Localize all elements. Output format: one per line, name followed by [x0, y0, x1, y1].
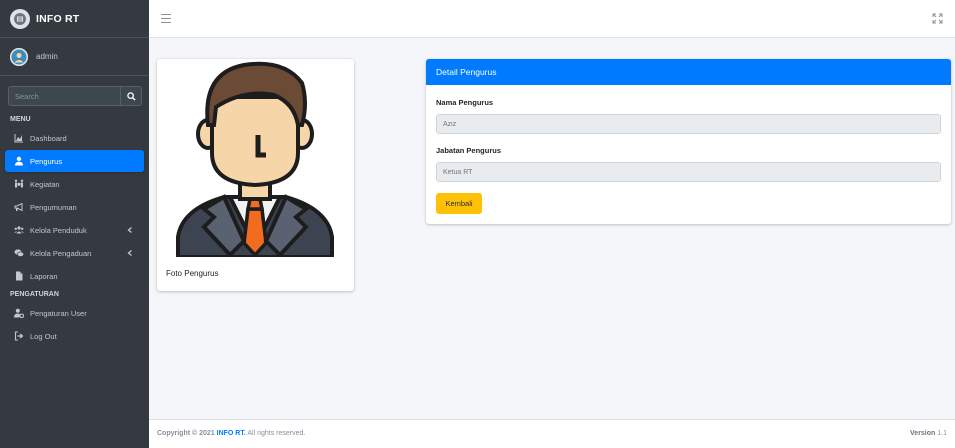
pengurus-photo — [176, 61, 334, 257]
search-input[interactable] — [8, 86, 120, 106]
detail-card: Detail Pengurus Nama Pengurus Jabatan Pe… — [426, 59, 951, 224]
copyright-text: Copyright © 2021 — [157, 430, 215, 437]
nav-header-menu: MENU — [10, 116, 31, 123]
sidebar-item-label: Laporan — [30, 271, 58, 281]
sidebar-item-pengaturan-user[interactable]: Pengaturan User — [5, 302, 144, 324]
sidebar-item-log-out[interactable]: Log Out — [5, 325, 144, 347]
search-button[interactable] — [120, 86, 142, 106]
sidebar-item-kelola-penduduk[interactable]: Kelola Penduduk — [5, 219, 144, 241]
bullhorn-icon — [13, 202, 24, 213]
sidebar-item-pengurus[interactable]: Pengurus — [5, 150, 144, 172]
user-name[interactable]: admin — [36, 52, 58, 61]
fullscreen-icon[interactable] — [932, 13, 943, 24]
footer: Copyright © 2021 INFO RT. All rights res… — [149, 419, 955, 448]
brand-logo-icon — [10, 8, 30, 29]
version-label: Version — [910, 430, 936, 437]
search-icon — [126, 91, 136, 101]
sidebar-item-label: Kelola Pengaduan — [30, 248, 92, 258]
sidebar-item-label: Log Out — [30, 331, 57, 341]
sidebar-item-label: Pengaturan User — [30, 308, 87, 318]
detail-card-title: Detail Pengurus — [426, 59, 951, 85]
photo-card: Foto Pengurus — [157, 59, 354, 291]
users-icon — [13, 225, 24, 236]
nav-header-pengaturan: PENGATURAN — [10, 291, 59, 298]
chevron-left-icon — [127, 250, 132, 256]
sidebar-item-dashboard[interactable]: Dashboard — [5, 127, 144, 149]
jabatan-pengurus-field[interactable] — [436, 162, 941, 182]
sign-out-icon — [13, 331, 24, 342]
footer-version: Version 1.1 — [910, 430, 947, 437]
user-cog-icon — [13, 308, 24, 319]
sidebar: INFO RT admin MENU Dashboard Pengurus Ke… — [0, 0, 149, 448]
file-icon — [13, 271, 24, 282]
sidebar-item-label: Kegiatan — [30, 179, 60, 189]
kembali-button[interactable]: Kembali — [436, 193, 482, 214]
top-navbar — [149, 0, 955, 38]
footer-brand-link[interactable]: INFO RT. — [217, 430, 246, 437]
user-panel[interactable]: admin — [0, 38, 149, 76]
rights-text: All rights reserved. — [247, 430, 306, 437]
sidebar-nav: MENU Dashboard Pengurus Kegiatan Pengumu… — [0, 113, 149, 348]
sidebar-item-kegiatan[interactable]: Kegiatan — [5, 173, 144, 195]
version-number: 1.1 — [937, 430, 947, 437]
sidebar-item-label: Dashboard — [30, 133, 67, 143]
menu-toggle-icon[interactable] — [161, 14, 171, 23]
sidebar-item-laporan[interactable]: Laporan — [5, 265, 144, 287]
sidebar-item-pengumuman[interactable]: Pengumuman — [5, 196, 144, 218]
sidebar-item-label: Pengumuman — [30, 202, 77, 212]
footer-copyright: Copyright © 2021 INFO RT. All rights res… — [157, 430, 305, 437]
chevron-left-icon — [127, 227, 132, 233]
sidebar-item-kelola-pengaduan[interactable]: Kelola Pengaduan — [5, 242, 144, 264]
people-carry-icon — [13, 179, 24, 190]
jabatan-pengurus-label: Jabatan Pengurus — [436, 146, 502, 155]
avatar — [10, 47, 28, 66]
comments-icon — [13, 248, 24, 259]
chart-area-icon — [13, 133, 24, 144]
sidebar-item-label: Pengurus — [30, 156, 63, 166]
sidebar-item-label: Kelola Penduduk — [30, 225, 87, 235]
nama-pengurus-label: Nama Pengurus — [436, 98, 494, 107]
sidebar-search — [8, 86, 142, 106]
brand-title: INFO RT — [36, 12, 80, 25]
brand-link[interactable]: INFO RT — [0, 0, 149, 38]
photo-caption: Foto Pengurus — [166, 269, 219, 278]
user-icon — [13, 156, 24, 167]
nama-pengurus-field[interactable] — [436, 114, 941, 134]
